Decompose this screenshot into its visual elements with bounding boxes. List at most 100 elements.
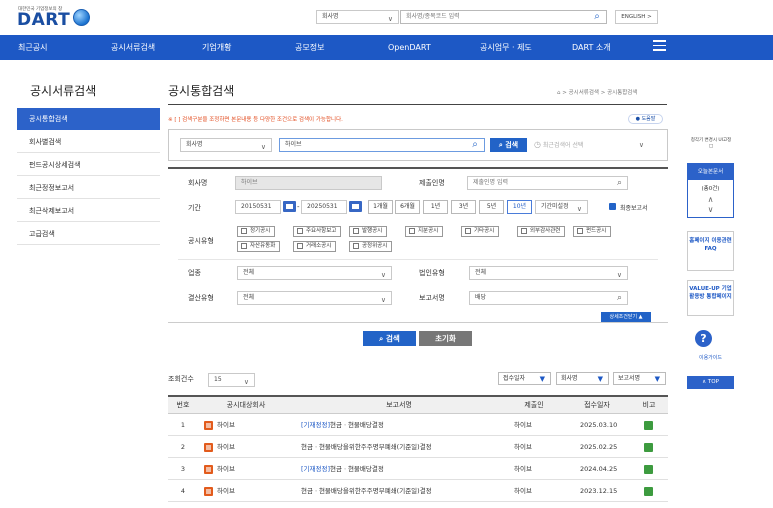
- corp-type-value: 전체: [475, 269, 487, 276]
- row-company[interactable]: 하이브: [204, 458, 235, 480]
- period-10year-button[interactable]: 10년: [507, 200, 532, 214]
- row-report-link[interactable]: 현금ㆍ현물배당을위한주주명부폐쇄(기준일)결정: [301, 480, 432, 502]
- period-3year-button[interactable]: 3년: [451, 200, 476, 214]
- sort-date-select[interactable]: 접수일자 ▼: [498, 372, 551, 385]
- nav-item-about[interactable]: DART 소개: [572, 35, 611, 60]
- hamburger-menu-icon[interactable]: [653, 40, 666, 54]
- help-button[interactable]: ● 도움말: [628, 114, 663, 124]
- period-select-value: 기간미설정: [541, 203, 569, 210]
- row-company[interactable]: 하이브: [204, 436, 235, 458]
- valueup-link[interactable]: VALUE-UP 기업활용방 통합페이지: [687, 280, 734, 316]
- type-ftc-checkbox[interactable]: 공정위공시: [349, 241, 393, 252]
- recent-docs-panel: 오늘본문서 (총0건) ∧ ∨: [687, 163, 734, 218]
- user-guide-link[interactable]: 이용가이드: [687, 354, 734, 361]
- period-select[interactable]: 기간미설정 ∨: [535, 200, 588, 214]
- detail-toggle-button[interactable]: 상세조건닫기 ▲: [601, 312, 651, 322]
- corp-type-select[interactable]: 전체 ∨: [469, 266, 628, 280]
- final-report-checkbox[interactable]: [609, 203, 616, 210]
- sort-desc-icon: ▼: [654, 375, 660, 383]
- table-row: 1 하이브 [기재정정]현금ㆍ현물배당결정 하이브 2025.03.10: [168, 414, 668, 436]
- date-from-input[interactable]: 20150531: [235, 200, 281, 214]
- type-equity-checkbox[interactable]: 지분공시: [405, 226, 444, 237]
- col-remarks: 비고: [642, 401, 656, 409]
- period-5year-button[interactable]: 5년: [479, 200, 504, 214]
- type-major-label: 주요사항보고: [306, 228, 337, 234]
- nav-item-company-overview[interactable]: 기업개황: [202, 35, 231, 60]
- search-icon[interactable]: ⌕: [617, 292, 622, 304]
- nav-item-document-search[interactable]: 공시서류검색: [111, 35, 155, 60]
- period-1month-button[interactable]: 1개월: [368, 200, 393, 214]
- checkbox-icon: [297, 242, 303, 249]
- exchange-badge-icon: [644, 486, 653, 496]
- type-other-checkbox[interactable]: 기타공시: [461, 226, 500, 237]
- date-range-separator: -: [297, 203, 300, 211]
- faq-link[interactable]: 홈페이지 이용관련 FAQ: [687, 231, 734, 271]
- ui-lock-toggle[interactable]: 청각기 변경시 UI고정 □: [690, 138, 732, 150]
- sidebar-item-recent-corrections[interactable]: 최근정정보고서: [17, 177, 160, 199]
- company-search-input[interactable]: 하이브: [279, 138, 485, 152]
- type-abs-checkbox[interactable]: 자산유동화: [237, 241, 281, 252]
- sort-company-select[interactable]: 회사명 ▼: [556, 372, 609, 385]
- search-button[interactable]: ⌕ 검색: [490, 138, 527, 152]
- search-icon[interactable]: ⌕: [588, 10, 606, 24]
- fiscal-type-select[interactable]: 전체 ∨: [237, 291, 392, 305]
- sidebar-item-integrated-search[interactable]: 공시통합검색: [17, 108, 160, 130]
- english-button[interactable]: ENGLISH >: [615, 10, 658, 24]
- dart-logo[interactable]: DART: [17, 10, 70, 30]
- submitter-input[interactable]: 제출인명 입력 ⌕: [467, 176, 628, 190]
- sort-report-select[interactable]: 보고서명 ▼: [613, 372, 666, 385]
- row-company[interactable]: 하이브: [204, 414, 235, 436]
- row-remark-badge: [644, 414, 653, 436]
- checkbox-icon: □: [708, 144, 714, 149]
- sidebar-item-recent-deletions[interactable]: 최근삭제보고서: [17, 200, 160, 222]
- type-major-checkbox[interactable]: 주요사항보고: [293, 226, 342, 237]
- type-exchange-checkbox[interactable]: 거래소공시: [293, 241, 337, 252]
- search-type-select[interactable]: 회사명 ∨: [180, 138, 272, 152]
- sort-company-label: 회사명: [561, 375, 578, 382]
- calendar-icon[interactable]: [283, 201, 296, 212]
- report-name-input[interactable]: 배당 ⌕: [469, 291, 628, 305]
- date-to-input[interactable]: 20250531: [301, 200, 347, 214]
- col-report: 보고서명: [386, 401, 412, 409]
- checkbox-icon: [521, 227, 527, 234]
- corp-type-label: 법인유형: [419, 269, 445, 277]
- reset-button[interactable]: 초기화: [419, 331, 472, 346]
- nav-item-disclosure-system[interactable]: 공시업무 · 제도: [480, 35, 532, 60]
- recent-keyword-select[interactable]: ◷ 최근검색어 선택 ∨: [534, 138, 650, 152]
- type-equity-label: 지분공시: [418, 228, 439, 234]
- row-report-link[interactable]: [기재정정]현금ㆍ현물배당결정: [301, 458, 384, 480]
- question-icon[interactable]: ?: [695, 330, 712, 347]
- row-report-link[interactable]: [기재정정]현금ㆍ현물배당결정: [301, 414, 384, 436]
- type-regular-checkbox[interactable]: 정기공시: [237, 226, 276, 237]
- title-divider: [168, 104, 667, 105]
- sidebar-item-company-search[interactable]: 회사별검색: [17, 131, 160, 153]
- row-company[interactable]: 하이브: [204, 480, 235, 502]
- result-count-select[interactable]: 15 ∨: [208, 373, 255, 387]
- period-1year-button[interactable]: 1년: [423, 200, 448, 214]
- calendar-icon[interactable]: [349, 201, 362, 212]
- sidebar-item-advanced-search[interactable]: 고급검색: [17, 223, 160, 245]
- home-icon[interactable]: ⌂: [557, 90, 561, 96]
- row-report-link[interactable]: 현금ㆍ현물배당을위한주주명부폐쇄(기준일)결정: [301, 436, 432, 458]
- chevron-up-icon[interactable]: ∧: [688, 195, 733, 205]
- chevron-down-icon: ∨: [380, 296, 386, 304]
- type-issuance-checkbox[interactable]: 발행공시: [349, 226, 388, 237]
- nav-item-recent[interactable]: 최근공시: [18, 35, 47, 60]
- exchange-badge-icon: [644, 442, 653, 452]
- search-icon[interactable]: ⌕: [617, 177, 622, 189]
- industry-select[interactable]: 전체 ∨: [237, 266, 392, 280]
- form-search-button[interactable]: ⌕ 검색: [363, 331, 416, 346]
- header-search-type-select[interactable]: 회사명 ∨: [316, 10, 399, 24]
- sidebar-item-fund-search[interactable]: 펀드공시상세검색: [17, 154, 160, 176]
- period-6month-button[interactable]: 6개월: [395, 200, 420, 214]
- back-to-top-button[interactable]: ∧ TOP: [687, 376, 734, 389]
- chevron-down-icon[interactable]: ∨: [688, 205, 733, 215]
- sort-desc-icon: ▼: [597, 375, 603, 383]
- type-audit-checkbox[interactable]: 외부감사관련: [517, 226, 566, 237]
- recent-keyword-placeholder: 최근검색어 선택: [542, 142, 584, 149]
- nav-item-opendart[interactable]: OpenDART: [388, 35, 431, 60]
- nav-item-offering-info[interactable]: 공모정보: [295, 35, 324, 60]
- search-icon[interactable]: ⌕: [466, 138, 484, 152]
- type-fund-checkbox[interactable]: 펀드공시: [573, 226, 612, 237]
- header-search-input[interactable]: 회사명/종목코드 입력: [400, 10, 607, 24]
